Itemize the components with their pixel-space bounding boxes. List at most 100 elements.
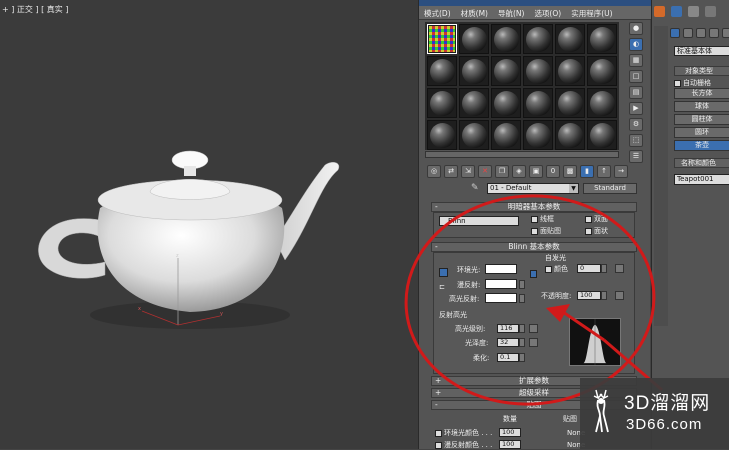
- self-illum-color-checkbox[interactable]: 颜色: [545, 264, 568, 274]
- diffuse-color-swatch[interactable]: [485, 279, 517, 289]
- lock-diffuse-specular-icon[interactable]: [530, 270, 537, 278]
- sample-slot[interactable]: [459, 24, 489, 54]
- hierarchy-tab-icon[interactable]: [688, 6, 699, 17]
- spec-level-input[interactable]: 116: [497, 324, 519, 333]
- panel-scroll-strip[interactable]: [654, 26, 668, 326]
- teapot-object[interactable]: z x y: [20, 130, 350, 340]
- chevron-down-icon[interactable]: ▼: [569, 183, 578, 193]
- map-amount-input[interactable]: 100: [499, 428, 521, 437]
- sample-slot[interactable]: [555, 56, 585, 86]
- lock-ambient-diffuse-icon[interactable]: [439, 268, 448, 277]
- glossiness-map-button[interactable]: [529, 338, 538, 347]
- menu-utilities[interactable]: 实用程序(U): [566, 6, 617, 19]
- material-name-field[interactable]: 01 - Default ▼: [487, 182, 579, 194]
- faceted-checkbox[interactable]: 面状: [585, 226, 608, 236]
- face-map-checkbox[interactable]: 面贴图: [531, 226, 561, 236]
- spec-level-spinner[interactable]: [519, 324, 525, 333]
- cameras-icon[interactable]: [709, 28, 719, 38]
- sample-slot[interactable]: [459, 120, 489, 150]
- put-to-scene-icon[interactable]: ⇄: [444, 165, 458, 178]
- get-material-icon[interactable]: ◎: [427, 165, 441, 178]
- slots-scrollbar[interactable]: [425, 151, 619, 158]
- shader-dropdown[interactable]: Blinn: [439, 216, 519, 226]
- helpers-icon[interactable]: [722, 28, 729, 38]
- make-unique-icon[interactable]: ◈: [512, 165, 526, 178]
- sample-slot[interactable]: [523, 120, 553, 150]
- sample-slot[interactable]: [555, 88, 585, 118]
- menu-material[interactable]: 材质(M): [456, 6, 493, 19]
- specular-color-swatch[interactable]: [485, 293, 517, 303]
- modify-tab-icon[interactable]: [671, 6, 682, 17]
- self-illum-map-button[interactable]: [615, 264, 624, 273]
- lights-icon[interactable]: [696, 28, 706, 38]
- sample-slot[interactable]: [587, 24, 617, 54]
- go-forward-sibling-icon[interactable]: →: [614, 165, 628, 178]
- video-color-check-icon[interactable]: ▤: [629, 86, 643, 99]
- menu-mode[interactable]: 模式(D): [419, 6, 456, 19]
- make-copy-icon[interactable]: ❐: [495, 165, 509, 178]
- soften-input[interactable]: 0.1: [497, 353, 519, 362]
- cylinder-button[interactable]: 圆柱体: [674, 114, 729, 125]
- rollout-blinn-basic[interactable]: - Blinn 基本参数: [431, 242, 637, 252]
- backlight-icon[interactable]: ◐: [629, 38, 643, 51]
- sample-slot[interactable]: [427, 24, 457, 54]
- sample-slot[interactable]: [587, 88, 617, 118]
- sample-slot[interactable]: [491, 88, 521, 118]
- teapot-button[interactable]: 茶壶: [674, 140, 729, 151]
- spec-level-map-button[interactable]: [529, 324, 538, 333]
- opacity-spinner[interactable]: [601, 291, 607, 300]
- link-icon[interactable]: ⊏: [439, 283, 445, 291]
- ambient-color-swatch[interactable]: [485, 264, 517, 274]
- background-icon[interactable]: ▦: [629, 54, 643, 67]
- assign-to-selection-icon[interactable]: ⇲: [461, 165, 475, 178]
- sample-slot[interactable]: [587, 56, 617, 86]
- object-name-input[interactable]: Teapot001: [674, 174, 729, 185]
- sample-slot[interactable]: [587, 120, 617, 150]
- wire-checkbox[interactable]: 线框: [531, 214, 554, 224]
- sample-slot[interactable]: [427, 56, 457, 86]
- category-dropdown[interactable]: 标准基本体: [674, 46, 729, 56]
- menu-navigation[interactable]: 导航(N): [493, 6, 529, 19]
- shapes-icon[interactable]: [683, 28, 693, 38]
- torus-button[interactable]: 圆环: [674, 127, 729, 138]
- sample-slot[interactable]: [491, 24, 521, 54]
- show-end-result-icon[interactable]: ▮: [580, 165, 594, 178]
- glossiness-input[interactable]: 32: [497, 338, 519, 347]
- sample-slot[interactable]: [555, 24, 585, 54]
- show-shaded-map-icon[interactable]: ▩: [563, 165, 577, 178]
- material-id-icon[interactable]: 0: [546, 165, 560, 178]
- box-button[interactable]: 长方体: [674, 88, 729, 99]
- create-tab-icon[interactable]: [654, 6, 665, 17]
- motion-tab-icon[interactable]: [705, 6, 716, 17]
- two-sided-checkbox[interactable]: 双面: [585, 214, 608, 224]
- sample-slot[interactable]: [523, 88, 553, 118]
- sample-slot[interactable]: [523, 24, 553, 54]
- rollout-shader-basic[interactable]: - 明暗器基本参数: [431, 202, 637, 212]
- rollout-object-type[interactable]: 对象类型: [674, 66, 729, 76]
- opacity-input[interactable]: 100: [577, 291, 601, 300]
- sample-type-icon[interactable]: ●: [629, 22, 643, 35]
- sample-slot[interactable]: [427, 88, 457, 118]
- sphere-button[interactable]: 球体: [674, 101, 729, 112]
- sample-slot[interactable]: [427, 120, 457, 150]
- sample-slot[interactable]: [459, 56, 489, 86]
- rollout-name-color[interactable]: 名称和颜色: [674, 158, 729, 168]
- reset-material-icon[interactable]: ✕: [478, 165, 492, 178]
- sample-slot[interactable]: [491, 120, 521, 150]
- make-preview-icon[interactable]: ▶: [629, 102, 643, 115]
- geometry-icon[interactable]: [670, 28, 680, 38]
- put-to-library-icon[interactable]: ▣: [529, 165, 543, 178]
- self-illum-input[interactable]: 0: [577, 264, 601, 273]
- sample-slot[interactable]: [555, 120, 585, 150]
- soften-spinner[interactable]: [519, 353, 525, 362]
- opacity-map-button[interactable]: [615, 291, 624, 300]
- sample-slot[interactable]: [459, 88, 489, 118]
- ambient-map-checkbox[interactable]: 环境光颜色 . . .: [435, 428, 492, 438]
- sample-slot[interactable]: [523, 56, 553, 86]
- viewport[interactable]: + ] 正交 ] [ 真实 ] z x y: [0, 0, 420, 449]
- uv-tiling-icon[interactable]: □: [629, 70, 643, 83]
- material-type-button[interactable]: Standard: [583, 182, 637, 194]
- map-amount-input[interactable]: 100: [499, 440, 521, 449]
- options-icon[interactable]: ⚙: [629, 118, 643, 131]
- autogrid-checkbox[interactable]: 自动栅格: [674, 78, 711, 88]
